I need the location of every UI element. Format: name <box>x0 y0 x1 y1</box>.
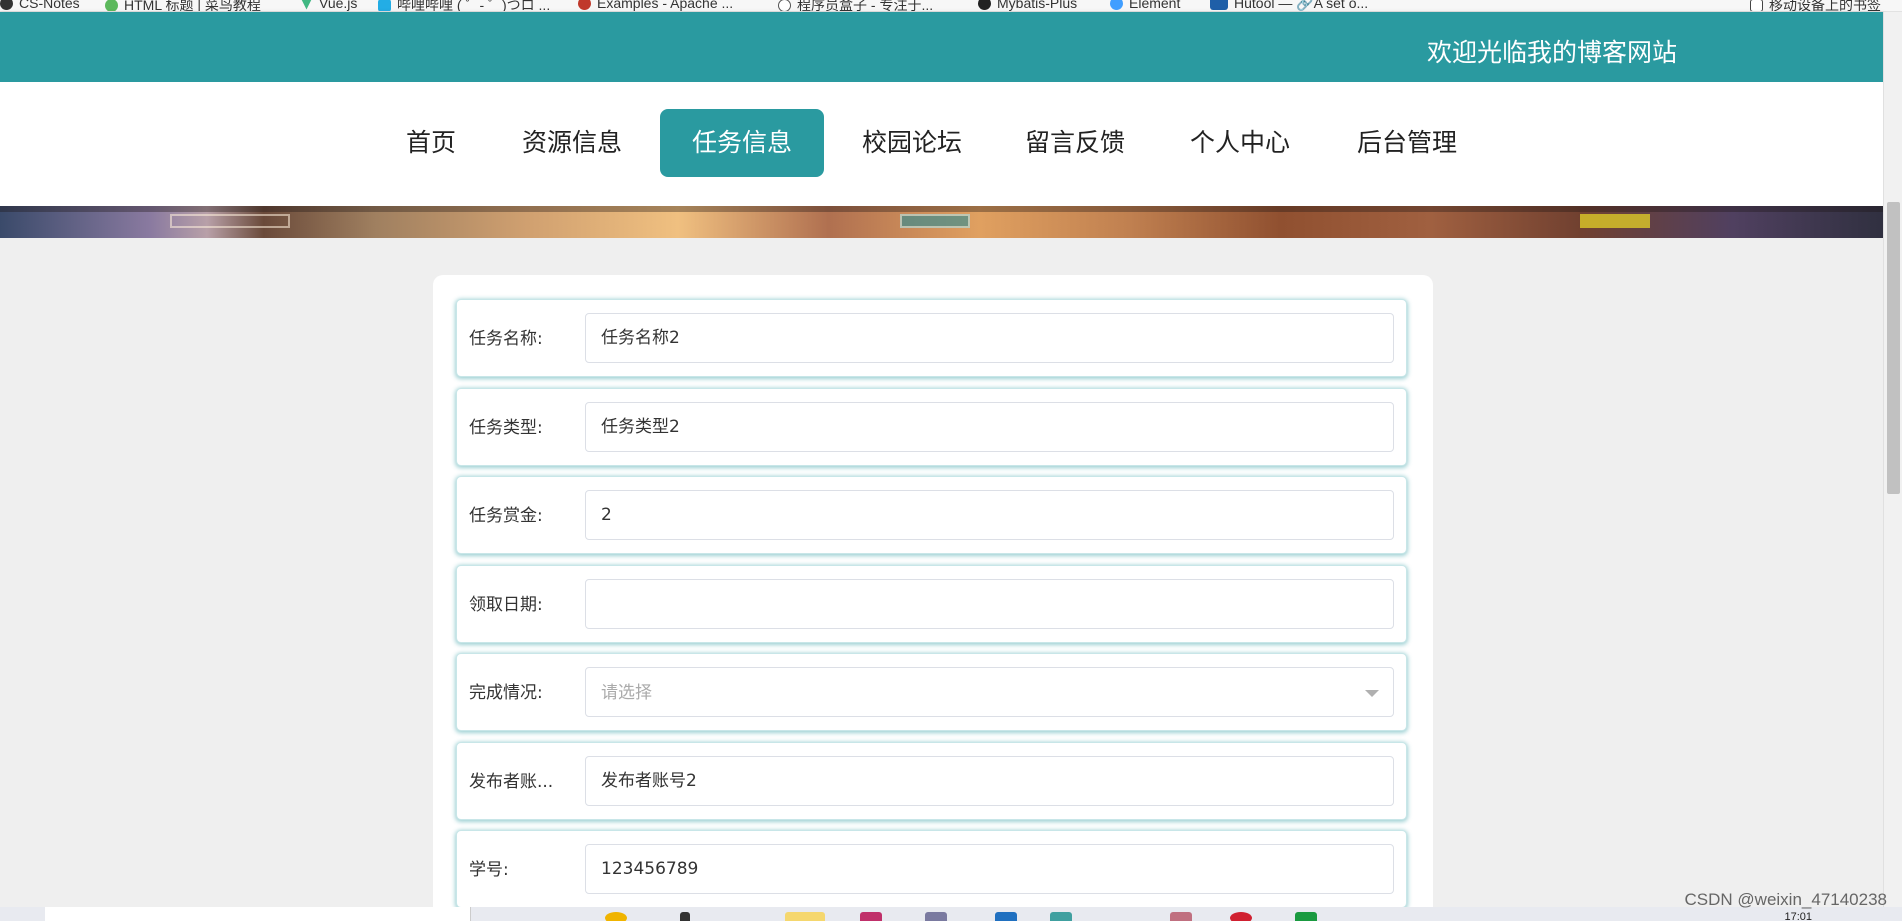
task-type-input[interactable] <box>585 402 1394 452</box>
bookmark-apache[interactable]: Examples - Apache ... <box>578 0 733 11</box>
bookmark-mybatis-plus[interactable]: Mybatis-Plus <box>978 0 1077 11</box>
bookmark-mobile-folder[interactable]: 移动设备上的书签 <box>1750 0 1881 12</box>
bookmark-element[interactable]: Element <box>1110 0 1180 11</box>
taskbar-app-icon[interactable] <box>1170 912 1192 921</box>
taskbar-app-icon[interactable] <box>1050 912 1072 921</box>
apache-icon <box>578 0 591 10</box>
nav-home[interactable]: 首页 <box>395 109 467 177</box>
os-taskbar: 17:01 <box>0 907 1902 921</box>
bookmark-bilibili[interactable]: 哔哩哔哩 ( ゜- ゜)つロ ... <box>378 0 551 12</box>
github-icon <box>0 0 13 10</box>
taskbar-search-box[interactable] <box>45 907 471 921</box>
taskbar-app-icon[interactable] <box>1230 912 1252 921</box>
mobile-bookmarks-icon <box>1750 0 1763 11</box>
runoob-icon <box>105 0 118 11</box>
publisher-account-input[interactable] <box>585 756 1394 806</box>
banner-object <box>900 214 970 228</box>
mybatis-icon <box>978 0 991 10</box>
chevron-down-icon <box>1365 690 1379 697</box>
form-row-publisher-account: 发布者账... <box>456 742 1407 820</box>
bookmark-label: HTML 标题 | 菜鸟教程 <box>124 0 261 12</box>
bookmark-label: Vue.js <box>319 0 358 11</box>
site-header: 欢迎光临我的博客网站 <box>0 12 1883 82</box>
bookmark-label: CS-Notes <box>19 0 80 11</box>
bookmark-cs-notes[interactable]: CS-Notes <box>0 0 80 11</box>
taskbar-clock: 17:01 <box>1784 911 1812 921</box>
bilibili-icon <box>378 0 391 11</box>
form-row-completion-status: 完成情况: 请选择 <box>456 653 1407 731</box>
field-label: 学号: <box>469 860 509 880</box>
csdn-watermark: CSDN @weixin_47140238 <box>1684 890 1887 909</box>
banner-shelf <box>170 214 290 228</box>
bookmark-label: 程序员盒子 - 专注于... <box>797 0 934 12</box>
page-scrollbar[interactable] <box>1883 12 1902 907</box>
field-label: 任务赏金: <box>469 506 543 526</box>
taskbar-app-icon[interactable] <box>995 912 1017 921</box>
form-row-claim-date: 领取日期: <box>456 565 1407 643</box>
nav-profile[interactable]: 个人中心 <box>1180 109 1300 177</box>
banner-image <box>0 206 1883 238</box>
nav-admin[interactable]: 后台管理 <box>1347 109 1467 177</box>
banner-object <box>1580 214 1650 228</box>
task-name-input[interactable] <box>585 313 1394 363</box>
nav-feedback[interactable]: 留言反馈 <box>1015 109 1135 177</box>
taskbar-app-icon[interactable] <box>860 912 882 921</box>
field-label: 完成情况: <box>469 683 543 703</box>
form-row-task-reward: 任务赏金: <box>456 476 1407 554</box>
completion-status-select[interactable]: 请选择 <box>585 667 1394 717</box>
taskbar-app-icon[interactable] <box>1295 912 1317 921</box>
select-placeholder: 请选择 <box>601 683 652 703</box>
form-row-task-name: 任务名称: <box>456 299 1407 377</box>
scrollbar-thumb[interactable] <box>1887 202 1900 494</box>
task-reward-input[interactable] <box>585 490 1394 540</box>
claim-date-input[interactable] <box>585 579 1394 629</box>
main-nav: 首页 资源信息 任务信息 校园论坛 留言反馈 个人中心 后台管理 <box>0 82 1883 206</box>
welcome-text: 欢迎光临我的博客网站 <box>1426 38 1677 67</box>
bookmark-label: Examples - Apache ... <box>597 0 734 11</box>
globe-icon <box>778 0 791 11</box>
vue-icon <box>300 0 313 10</box>
taskbar-app-icon[interactable] <box>680 912 690 921</box>
hutool-icon <box>1210 0 1228 10</box>
bookmark-vue[interactable]: Vue.js <box>300 0 357 11</box>
field-label: 领取日期: <box>469 595 543 615</box>
nav-forum[interactable]: 校园论坛 <box>852 109 972 177</box>
taskbar-app-icon[interactable] <box>605 912 627 921</box>
student-id-input[interactable] <box>585 844 1394 894</box>
bookmark-label: 移动设备上的书签 <box>1769 0 1881 12</box>
taskbar-app-icon[interactable] <box>785 912 825 921</box>
form-row-task-type: 任务类型: <box>456 388 1407 466</box>
form-row-student-id: 学号: <box>456 830 1407 908</box>
field-label: 任务名称: <box>469 329 543 349</box>
nav-resources[interactable]: 资源信息 <box>512 109 632 177</box>
bookmark-programmer-box[interactable]: 程序员盒子 - 专注于... <box>778 0 934 12</box>
bookmarks-bar: CS-Notes HTML 标题 | 菜鸟教程 Vue.js 哔哩哔哩 ( ゜-… <box>0 0 1902 12</box>
element-icon <box>1110 0 1123 10</box>
bookmark-hutool[interactable]: Hutool — 🔗A set o... <box>1210 0 1369 11</box>
banner-shadow <box>0 206 1883 212</box>
bookmark-runoob[interactable]: HTML 标题 | 菜鸟教程 <box>105 0 261 12</box>
field-label: 发布者账... <box>469 772 554 792</box>
bookmark-label: Hutool — 🔗A set o... <box>1234 0 1369 11</box>
bookmark-label: Mybatis-Plus <box>997 0 1078 11</box>
field-label: 任务类型: <box>469 418 543 438</box>
nav-tasks[interactable]: 任务信息 <box>660 109 824 177</box>
taskbar-app-icon[interactable] <box>925 912 947 921</box>
bookmark-label: 哔哩哔哩 ( ゜- ゜)つロ ... <box>397 0 551 12</box>
bookmark-label: Element <box>1129 0 1181 11</box>
